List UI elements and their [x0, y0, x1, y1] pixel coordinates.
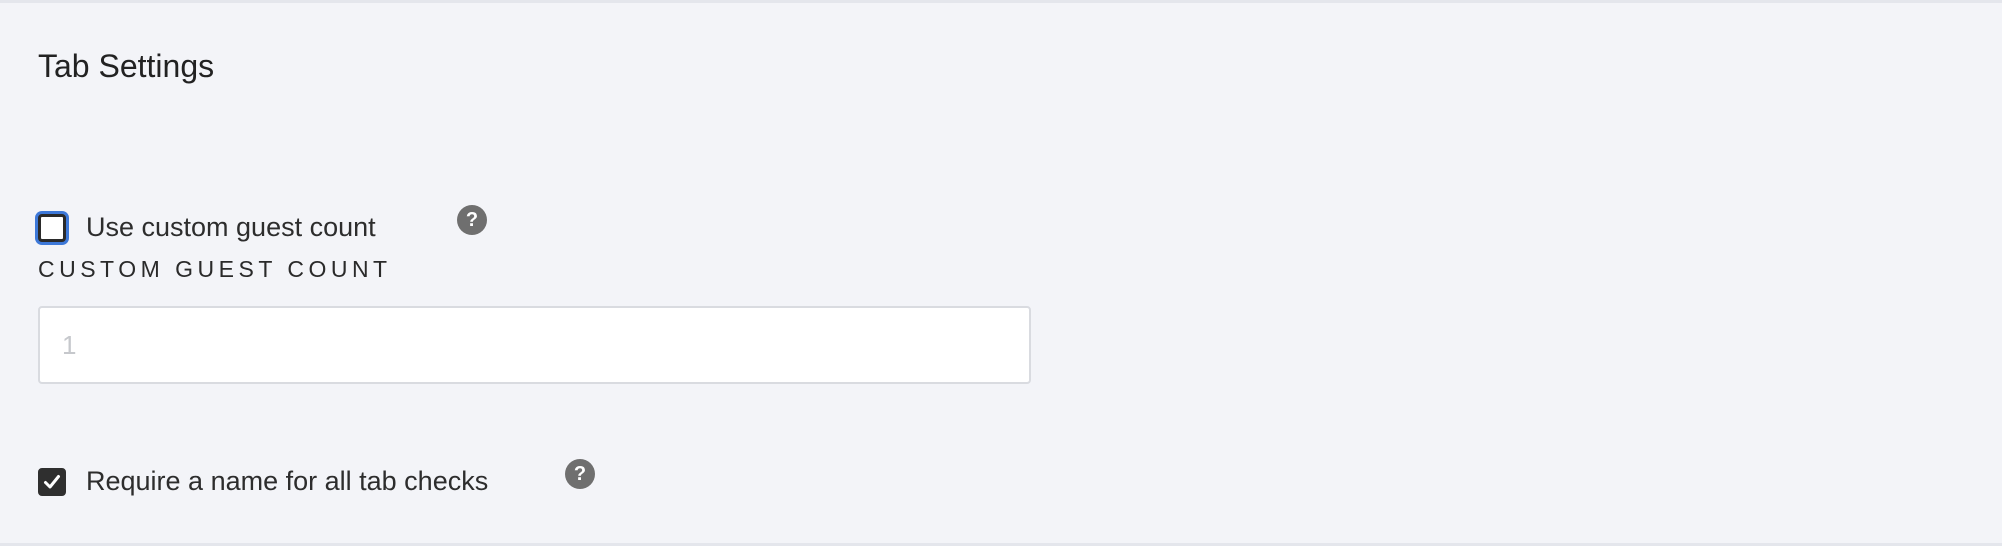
checkmark-icon	[44, 474, 60, 488]
require-name-label[interactable]: Require a name for all tab checks	[86, 466, 488, 497]
use-custom-guest-count-option[interactable]: Use custom guest count	[38, 212, 376, 243]
require-name-option[interactable]: Require a name for all tab checks	[38, 466, 488, 497]
custom-guest-count-input[interactable]	[38, 306, 1031, 384]
section-title: Tab Settings	[38, 48, 215, 84]
top-divider	[0, 0, 2002, 3]
help-icon[interactable]: ?	[565, 459, 595, 489]
custom-guest-count-label: Custom Guest Count	[38, 256, 392, 282]
use-custom-guest-count-checkbox[interactable]	[38, 213, 66, 242]
help-icon[interactable]: ?	[457, 205, 487, 235]
require-name-checkbox[interactable]	[38, 467, 66, 496]
use-custom-guest-count-label[interactable]: Use custom guest count	[86, 212, 376, 243]
